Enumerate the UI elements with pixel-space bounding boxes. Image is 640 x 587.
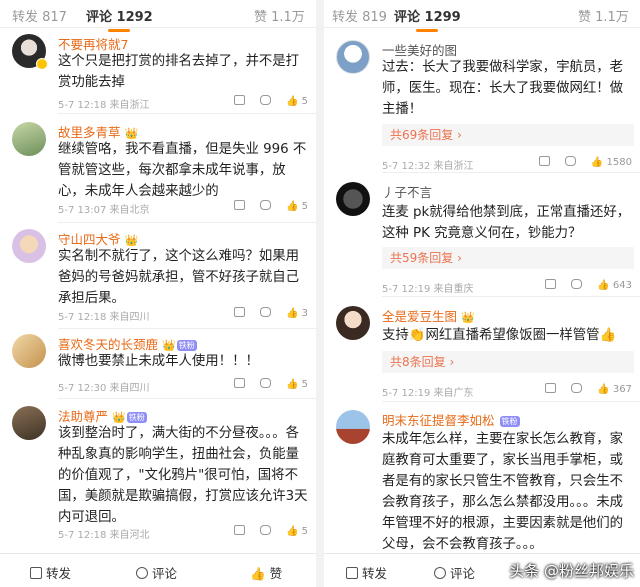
share-icon[interactable] [544,279,556,291]
repost-icon [30,567,42,579]
fan-badge: 铁粉 [499,416,520,427]
verified-badge-icon [36,58,48,70]
divider [58,328,316,329]
replies-link[interactable]: 共8条回复 › [382,351,634,373]
comment-icon [136,567,148,579]
avatar[interactable] [12,406,46,440]
panel-divider [316,0,324,587]
avatar[interactable] [336,182,370,216]
divider [382,296,640,297]
divider [58,222,316,223]
comment-actions: 👍 367 [533,383,632,395]
reply-icon[interactable] [564,156,576,168]
replies-link[interactable]: 共69条回复 › [382,124,634,146]
reply-icon[interactable] [259,307,271,319]
tab-like[interactable]: 赞 1.1万 [578,6,629,25]
comment-actions: 👍 643 [533,279,632,291]
reply-icon[interactable] [259,378,271,390]
avatar[interactable] [336,40,370,74]
comment-text: 继续管咯，我不看直播，但是失业 996 不管就管这些，每次都拿未成年说事，放心，… [58,142,307,199]
comment-text: 未成年怎么样，主要在家长怎么教育，家庭教育可太重要了，家长当甩手掌柜，或者是有的… [382,432,624,552]
share-icon[interactable] [233,307,245,319]
comment-button[interactable]: 评论 [434,563,475,582]
left-panel: 转发 817 评论 1292 赞 1.1万 不要再将就7 这个只是把打赏的排名去… [0,0,316,587]
comment-text: 支持👏网红直播希望像饭圈一样管管👍 [382,328,617,343]
comment-actions: 👍 5 [222,200,308,212]
thumb-icon: 👍 [250,566,266,581]
share-icon[interactable] [233,95,245,107]
watermark: 头条 @粉丝邦娱乐 [509,562,634,580]
reply-icon[interactable] [259,200,271,212]
avatar[interactable] [12,122,46,156]
share-icon[interactable] [544,383,556,395]
comment-actions: 👍 5 [222,378,308,390]
reply-icon[interactable] [571,383,583,395]
tab-like[interactable]: 赞 1.1万 [254,6,305,25]
comment-text: 实名制不就行了，这个这么难吗？如果用爸妈的号爸妈就承担，管不好孩子就自己承担后果… [58,249,300,306]
like-button[interactable]: 👍 1580 [591,157,632,168]
like-button[interactable]: 👍 5 [286,379,308,390]
comment-actions: 👍 1580 [527,156,632,168]
comment-text: 这个只是把打赏的排名去掉了，并不是打赏功能去掉 [58,54,300,90]
tab-repost[interactable]: 转发 817 [12,6,67,25]
avatar[interactable] [12,334,46,368]
like-button[interactable]: 👍 643 [597,280,632,291]
comment-meta: 5-7 13:07 来自北京 [58,205,150,216]
share-icon[interactable] [538,156,550,168]
share-icon[interactable] [233,378,245,390]
tab-bar: 转发 819 评论 1299 赞 1.1万 [324,0,640,32]
username[interactable]: 全是爱豆生图 👑 [382,306,475,325]
comment-text: 连麦 pk就得给他禁到底，正常直播还好，这种 PK 究竟意义何在，钞能力？ [382,205,631,241]
comment-actions: 👍 5 [222,95,308,107]
tab-repost[interactable]: 转发 819 [332,6,387,25]
comment-text: 过去：长大了我要做科学家，宇航员，老师，医生。现在：长大了我要做网红！做主播！ [382,60,624,117]
tab-bar: 转发 817 评论 1292 赞 1.1万 [0,0,316,32]
comment-meta: 5-7 12:19 来自重庆 [382,284,474,295]
comment-icon [434,567,446,579]
repost-button[interactable]: 转发 [30,563,71,582]
like-button[interactable]: 👍 赞 [250,563,282,582]
avatar[interactable] [12,229,46,263]
comment-text: 微博也要禁止未成年人使用！！！ [58,354,259,369]
reply-icon[interactable] [259,525,271,537]
comment-text: 该到整治时了，满大街的不分昼夜。。。各种乱象真的影响学生，扭曲社会，负能量的价值… [58,426,308,525]
comment-meta: 5-7 12:30 来自四川 [58,383,150,394]
comment-button[interactable]: 评论 [136,563,177,582]
divider [58,398,316,399]
like-button[interactable]: 👍 5 [286,96,308,107]
fan-badge: 铁粉 [126,412,147,423]
tab-comment[interactable]: 评论 1292 [86,6,153,32]
reply-icon[interactable] [571,279,583,291]
share-icon[interactable] [233,200,245,212]
repost-button[interactable]: 转发 [346,563,387,582]
divider [382,401,640,402]
comment-meta: 5-7 12:32 来自浙江 [382,161,474,172]
comment-actions: 👍 5 [222,525,308,537]
like-button[interactable]: 👍 5 [286,201,308,212]
comment-meta: 5-7 12:18 来自浙江 [58,100,150,111]
divider [382,172,640,173]
like-button[interactable]: 👍 367 [597,384,632,395]
avatar[interactable] [336,306,370,340]
comment-actions: 👍 3 [222,307,308,319]
avatar[interactable] [336,410,370,444]
tab-comment[interactable]: 评论 1299 [394,6,461,32]
share-icon[interactable] [233,525,245,537]
username[interactable]: 丿子不言 [382,182,432,201]
repost-icon [346,567,358,579]
like-button[interactable]: 👍 3 [286,308,308,319]
reply-icon[interactable] [259,95,271,107]
username[interactable]: 明末东征提督李如松 铁粉 [382,410,520,429]
comment-meta: 5-7 12:18 来自四川 [58,312,150,323]
crown-icon: 👑 [461,311,475,324]
bottom-action-bar: 转发 评论 👍 赞 [0,553,316,587]
replies-link[interactable]: 共59条回复 › [382,247,634,269]
comment-meta: 5-7 12:19 来自广东 [382,388,474,399]
comment-meta: 5-7 12:18 来自河北 [58,530,150,541]
fan-badge: 铁粉 [176,340,197,351]
right-panel: 转发 819 评论 1299 赞 1.1万 一些美好的图 过去：长大了我要做科学… [324,0,640,587]
like-button[interactable]: 👍 5 [286,526,308,537]
divider [58,113,316,114]
